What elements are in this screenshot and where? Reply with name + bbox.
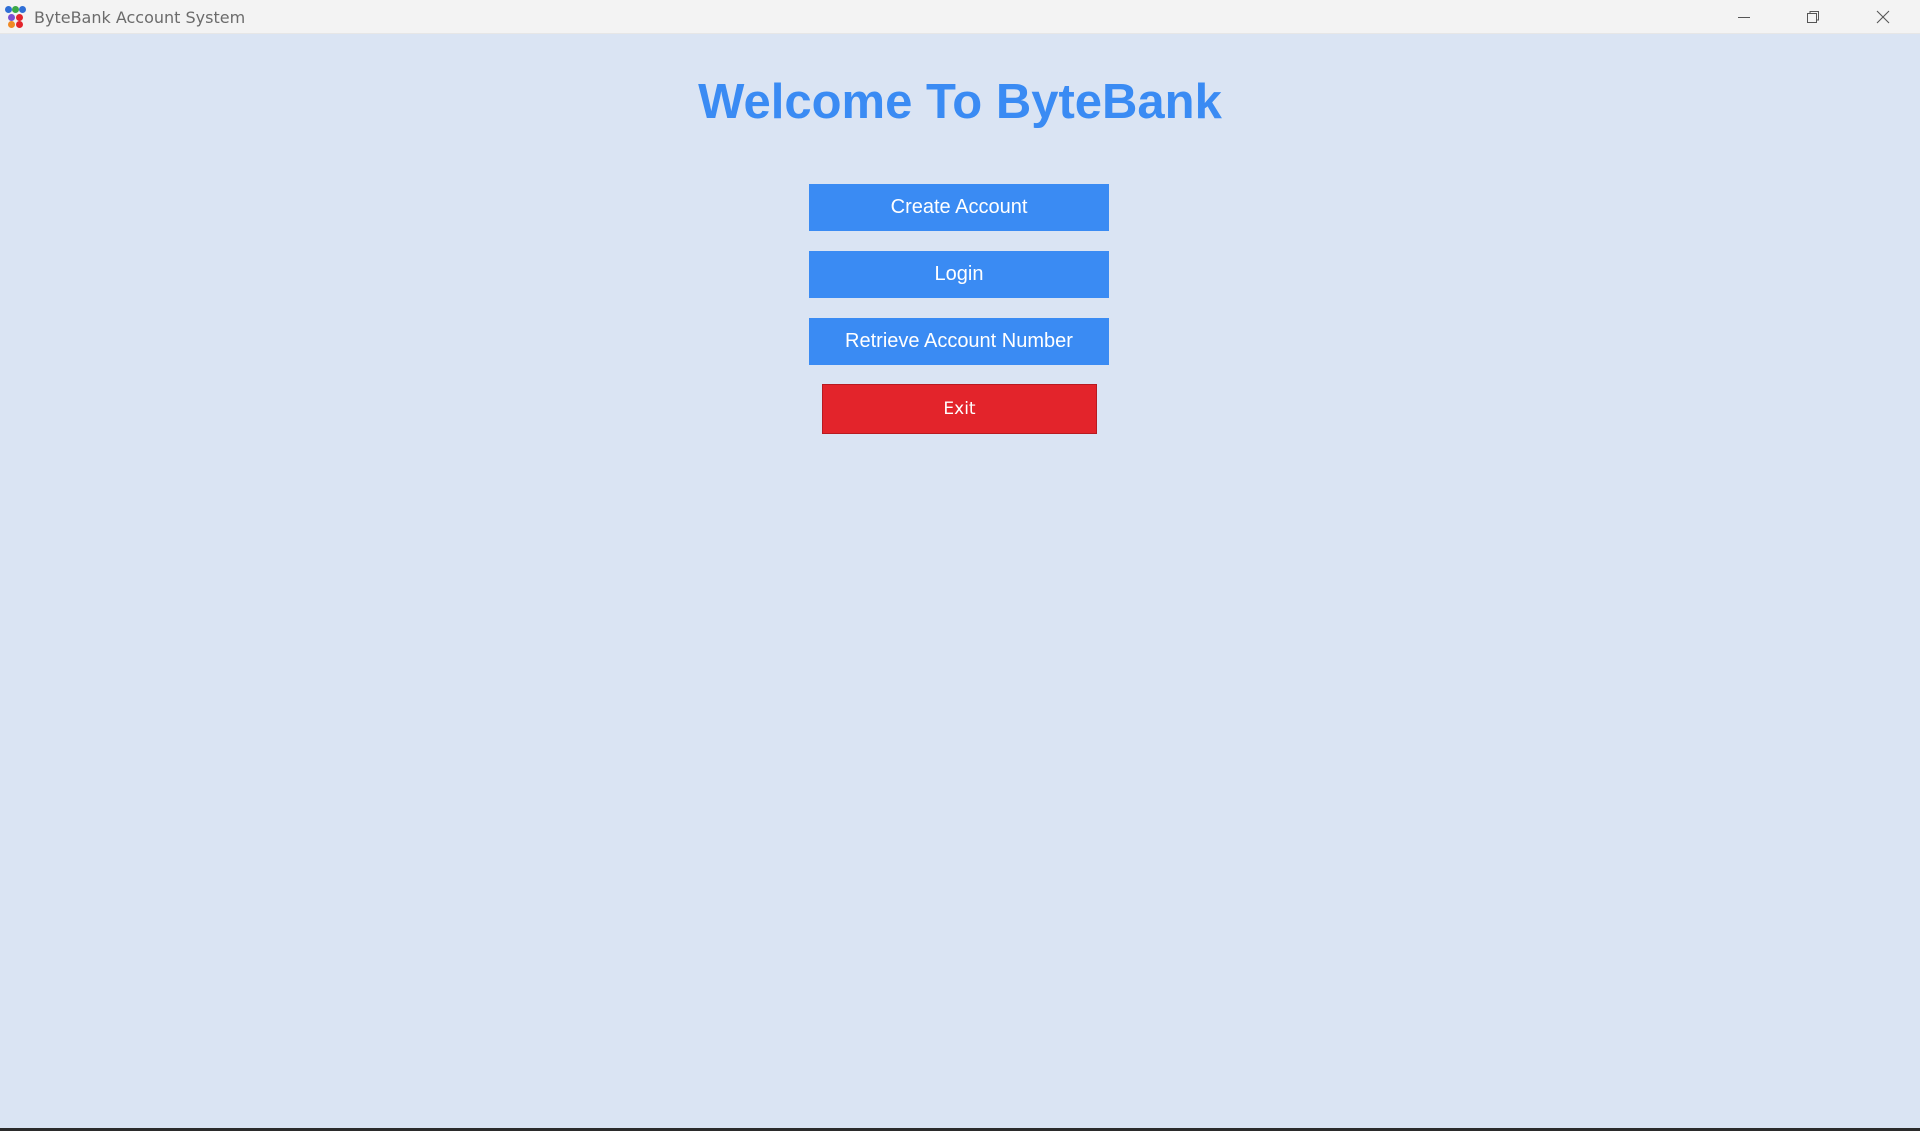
close-icon	[1876, 10, 1890, 24]
title-bar[interactable]: ByteBank Account System	[0, 0, 1920, 34]
app-window: ByteBank Account System Welcome To ByteB…	[0, 0, 1920, 1131]
app-logo-icon	[5, 6, 26, 28]
minimize-button[interactable]	[1709, 0, 1779, 34]
close-button[interactable]	[1848, 0, 1918, 34]
restore-icon	[1807, 11, 1819, 23]
welcome-heading: Welcome To ByteBank	[698, 75, 1222, 129]
window-title: ByteBank Account System	[34, 8, 246, 27]
create-account-button[interactable]: Create Account	[809, 184, 1109, 231]
retrieve-account-number-button[interactable]: Retrieve Account Number	[809, 318, 1109, 365]
minimize-icon	[1738, 17, 1750, 18]
exit-button[interactable]: Exit	[822, 384, 1097, 434]
login-button[interactable]: Login	[809, 251, 1109, 298]
restore-button[interactable]	[1778, 0, 1848, 34]
